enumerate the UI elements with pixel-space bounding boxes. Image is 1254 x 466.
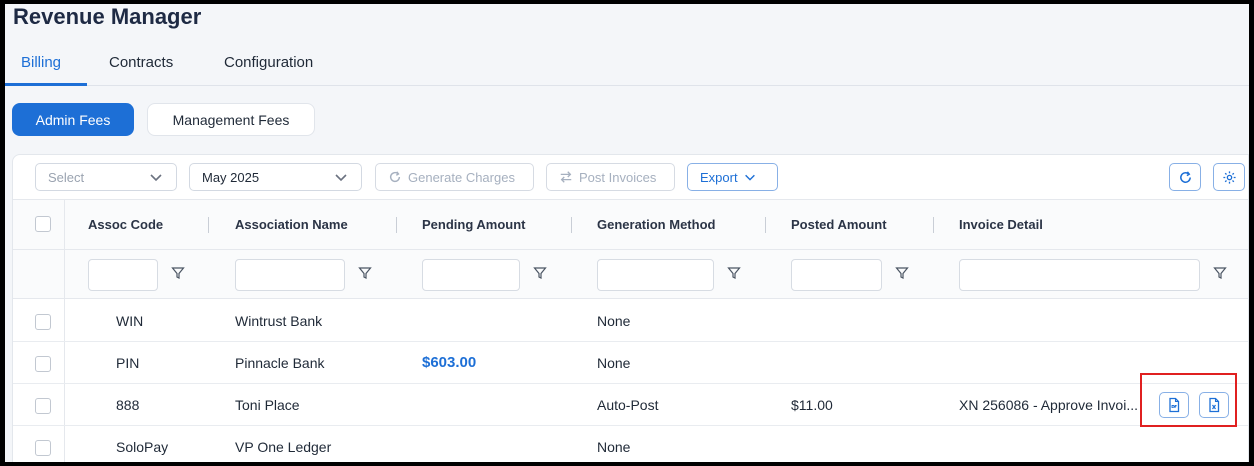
swap-arrows-icon [560, 171, 572, 183]
invoice-detail: XN 256086 - Approve Invoi... [959, 397, 1138, 413]
col-assoc-code[interactable]: Assoc Code [88, 217, 163, 232]
filter-icon[interactable] [727, 266, 741, 280]
filter-icon[interactable] [171, 266, 185, 280]
association-select[interactable]: Select [35, 163, 177, 191]
generation-method: Auto-Post [597, 397, 659, 413]
assoc-code: WIN [116, 313, 144, 329]
table-row[interactable]: PIN Pinnacle Bank $603.00 None [13, 342, 1248, 384]
table-header: Assoc Code Association Name Pending Amou… [13, 200, 1248, 250]
tab-configuration[interactable]: Configuration [224, 54, 313, 71]
association-name: Wintrust Bank [235, 313, 323, 329]
filter-icon[interactable] [533, 266, 547, 280]
tab-contracts[interactable]: Contracts [109, 54, 173, 71]
table-row[interactable]: WIN Wintrust Bank None [13, 300, 1248, 342]
col-posted-amount[interactable]: Posted Amount [791, 217, 887, 232]
association-name: Pinnacle Bank [235, 355, 325, 371]
association-name: Toni Place [235, 397, 300, 413]
chevron-down-icon [150, 174, 162, 182]
export-label: Export [700, 169, 738, 185]
main-tabs: Billing Contracts Configuration [5, 44, 1249, 86]
assoc-code-filter-input[interactable] [88, 259, 158, 291]
select-placeholder: Select [48, 169, 85, 185]
annotation-highlight-box [1140, 373, 1237, 427]
generate-charges-label: Generate Charges [408, 169, 515, 185]
management-fees-button[interactable]: Management Fees [147, 103, 315, 136]
assoc-code: 888 [116, 397, 140, 413]
refresh-icon [389, 171, 401, 183]
admin-fees-button[interactable]: Admin Fees [12, 103, 134, 136]
generate-charges-button[interactable]: Generate Charges [375, 163, 534, 191]
column-divider[interactable] [571, 217, 572, 233]
column-divider[interactable] [208, 217, 209, 233]
active-tab-indicator [5, 83, 87, 86]
col-pending-amount[interactable]: Pending Amount [422, 217, 526, 232]
refresh-button[interactable] [1169, 163, 1201, 191]
export-button[interactable]: Export [687, 163, 778, 191]
column-divider[interactable] [765, 217, 766, 233]
filter-icon[interactable] [1213, 266, 1227, 280]
col-generation-method[interactable]: Generation Method [597, 217, 715, 232]
post-invoices-label: Post Invoices [579, 169, 657, 185]
filter-icon[interactable] [895, 266, 909, 280]
association-name-filter-input[interactable] [235, 259, 345, 291]
filter-row [13, 250, 1248, 299]
table-row[interactable]: SoloPay VP One Ledger None [13, 426, 1248, 462]
tab-billing[interactable]: Billing [21, 54, 61, 71]
period-select[interactable]: May 2025 [189, 163, 362, 191]
column-divider[interactable] [933, 217, 934, 233]
generation-method: None [597, 439, 631, 455]
col-association-name[interactable]: Association Name [235, 217, 348, 232]
assoc-code: SoloPay [116, 439, 169, 455]
posted-amount-filter-input[interactable] [791, 259, 882, 291]
filter-icon[interactable] [358, 266, 372, 280]
select-all-checkbox[interactable] [35, 216, 51, 232]
post-invoices-button[interactable]: Post Invoices [546, 163, 675, 191]
col-invoice-detail[interactable]: Invoice Detail [959, 217, 1043, 232]
period-value: May 2025 [202, 169, 260, 185]
refresh-icon [1179, 170, 1191, 183]
chevron-down-icon [335, 174, 347, 182]
table-row[interactable]: 888 Toni Place Auto-Post $11.00 XN 25608… [13, 384, 1248, 426]
chevron-down-icon [744, 174, 755, 181]
settings-button[interactable] [1213, 163, 1245, 191]
assoc-code: PIN [116, 355, 140, 371]
table-toolbar: Select May 2025 Generate Charges Post In… [13, 155, 1248, 200]
generation-method: None [597, 313, 631, 329]
pending-amount-filter-input[interactable] [422, 259, 520, 291]
billing-table-panel: Select May 2025 Generate Charges Post In… [12, 154, 1249, 462]
invoice-detail-filter-input[interactable] [959, 259, 1200, 291]
page-title: Revenue Manager [13, 4, 202, 29]
gear-icon [1222, 170, 1236, 184]
posted-amount: $11.00 [791, 397, 833, 413]
pending-amount[interactable]: $603.00 [422, 354, 476, 371]
generation-method-filter-input[interactable] [597, 259, 714, 291]
generation-method: None [597, 355, 631, 371]
app-window: Revenue Manager Billing Contracts Config… [5, 4, 1249, 462]
association-name: VP One Ledger [235, 439, 332, 455]
column-divider[interactable] [396, 217, 397, 233]
